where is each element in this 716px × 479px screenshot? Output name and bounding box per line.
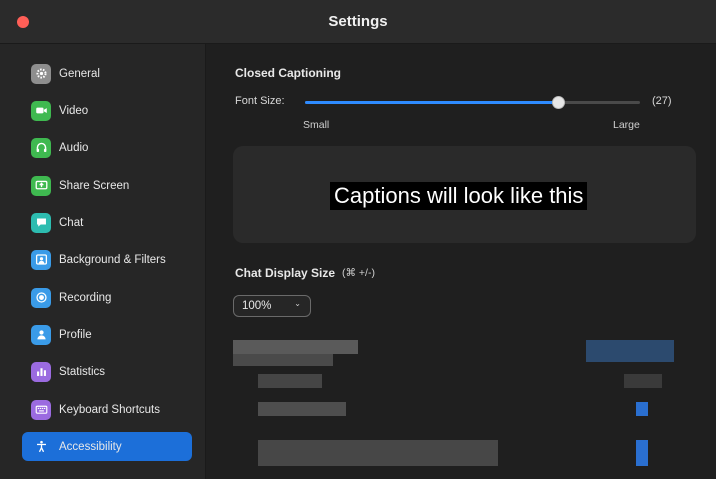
sidebar-item-label: Background & Filters xyxy=(59,253,166,266)
sidebar-item-recording[interactable]: Recording xyxy=(22,283,192,312)
sidebar-item-chat[interactable]: Chat xyxy=(22,208,192,237)
caption-preview-text: Captions will look like this xyxy=(330,182,588,210)
chat-display-size-select[interactable]: 100% ⌄ xyxy=(233,295,311,317)
sidebar-item-share-screen[interactable]: Share Screen xyxy=(22,171,192,200)
record-icon xyxy=(31,287,51,308)
chat-display-size-value: 100% xyxy=(242,300,272,312)
pixelated-block xyxy=(636,440,648,466)
accessibility-icon xyxy=(31,437,51,457)
sidebar-item-label: Recording xyxy=(59,291,112,304)
closed-captioning-heading: Closed Captioning xyxy=(235,66,341,80)
sidebar-item-label: Chat xyxy=(59,216,84,229)
sidebar-item-label: Video xyxy=(59,104,89,117)
sidebar-item-profile[interactable]: Profile xyxy=(22,320,192,349)
sidebar-item-label: General xyxy=(59,67,100,80)
keyboard-icon xyxy=(31,399,51,420)
font-size-value: (27) xyxy=(652,95,672,107)
sidebar-item-label: Keyboard Shortcuts xyxy=(59,403,161,416)
chat-display-size-heading: Chat Display Size xyxy=(235,266,336,280)
chevron-down-icon: ⌄ xyxy=(294,299,301,308)
sidebar-item-statistics[interactable]: Statistics xyxy=(22,357,192,386)
pixelated-block xyxy=(258,402,346,416)
pixelated-block xyxy=(258,440,498,466)
sidebar-item-accessibility[interactable]: Accessibility xyxy=(22,432,192,461)
accessibility-settings-panel: Closed Captioning Font Size: (27) Small … xyxy=(206,44,716,479)
sidebar-item-video[interactable]: Video xyxy=(22,96,192,125)
font-size-slider-fill xyxy=(305,101,558,104)
chat-bubble-icon xyxy=(31,212,51,233)
sidebar-item-label: Share Screen xyxy=(59,179,130,192)
sidebar-item-label: Accessibility xyxy=(59,440,122,453)
gear-icon xyxy=(31,63,51,84)
sidebar-item-label: Profile xyxy=(59,328,92,341)
headphones-icon xyxy=(31,137,51,158)
pixelated-block xyxy=(233,340,358,354)
person-icon xyxy=(31,324,51,345)
pixelated-block xyxy=(233,354,333,366)
pixelated-block xyxy=(586,340,674,362)
pixelated-block xyxy=(258,374,322,388)
sidebar-item-background-filters[interactable]: Background & Filters xyxy=(22,245,192,274)
share-screen-icon xyxy=(31,175,51,196)
caption-preview: Captions will look like this xyxy=(233,146,696,243)
pixelated-block xyxy=(636,402,648,416)
title-bar: Settings xyxy=(0,0,716,44)
window-title: Settings xyxy=(328,13,388,30)
settings-sidebar: General Video Audio Share Screen Chat Ba… xyxy=(0,44,206,479)
font-size-max-label: Large xyxy=(613,119,640,131)
sidebar-item-label: Statistics xyxy=(59,365,106,378)
video-camera-icon xyxy=(31,100,51,121)
sidebar-item-keyboard-shortcuts[interactable]: Keyboard Shortcuts xyxy=(22,395,192,424)
font-size-slider[interactable] xyxy=(305,96,640,109)
sidebar-item-general[interactable]: General xyxy=(22,59,192,88)
font-size-slider-thumb[interactable] xyxy=(551,96,565,109)
sidebar-item-audio[interactable]: Audio xyxy=(22,133,192,162)
font-size-min-label: Small xyxy=(303,119,330,131)
bar-chart-icon xyxy=(31,361,51,382)
person-portrait-icon xyxy=(31,249,51,270)
sidebar-item-label: Audio xyxy=(59,141,89,154)
pixelated-block xyxy=(624,374,662,388)
font-size-label: Font Size: xyxy=(235,95,285,107)
chat-display-shortcut-hint: (⌘ +/-) xyxy=(342,267,375,279)
